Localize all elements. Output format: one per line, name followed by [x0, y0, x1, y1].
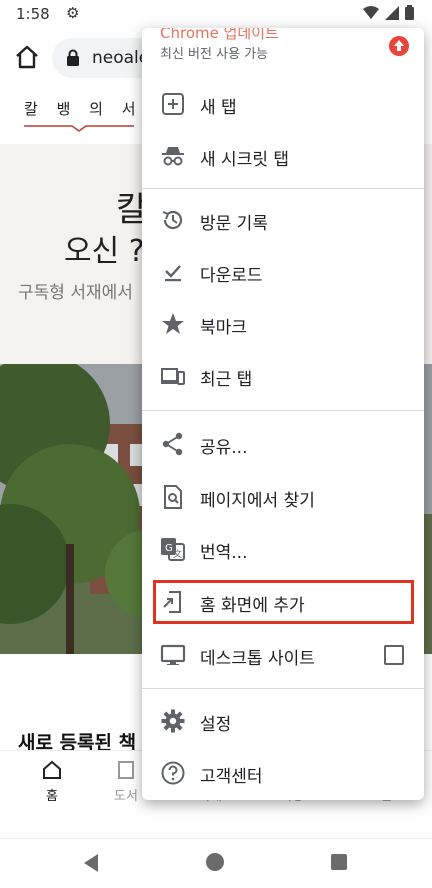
menu-label-desktop-site: 데스크톱 사이트	[200, 649, 315, 669]
url-text: neoale	[92, 48, 150, 68]
signal-icon	[384, 6, 399, 20]
system-nav-bar	[0, 838, 432, 888]
battery-icon	[405, 5, 414, 20]
menu-label-translate: 번역...	[200, 543, 248, 563]
menu-label-share: 공유...	[200, 438, 248, 458]
menu-divider	[142, 410, 424, 411]
hero-title-line2: 오신 ?	[64, 234, 145, 269]
highlight-box	[153, 580, 414, 624]
menu-item-new-tab[interactable]: 새 탭	[142, 78, 424, 130]
menu-label-downloads: 다운로드	[200, 266, 263, 286]
site-tab-home-label: 홈	[46, 789, 58, 804]
hero-subtitle: 구독형 서재에서	[18, 283, 133, 303]
menu-label-bookmarks: 북마크	[200, 318, 247, 338]
settings-icon	[161, 709, 185, 733]
menu-label-recent-tabs: 최근 탭	[200, 370, 253, 390]
site-tab-home[interactable]: 홈	[22, 759, 82, 804]
help-icon	[161, 761, 185, 785]
lock-icon	[67, 49, 79, 66]
status-bar: 1:58 ⚙	[0, 0, 432, 28]
svg-text:文: 文	[173, 548, 182, 560]
logo-underline	[24, 125, 134, 132]
menu-item-desktop-site[interactable]: 데스크톱 사이트	[142, 629, 424, 681]
translate-icon: G文	[161, 538, 185, 561]
home-tab-icon	[43, 760, 61, 779]
menu-label-new-tab: 새 탭	[200, 98, 237, 118]
menu-label-settings: 설정	[200, 715, 232, 735]
update-badge-icon	[389, 36, 409, 56]
menu-update-chrome[interactable]: Chrome 업데이트 최신 버전 사용 가능	[142, 28, 424, 68]
menu-label-new-incognito-tab: 새 시크릿 탭	[200, 150, 290, 170]
menu-item-help[interactable]: 고객센터	[142, 747, 424, 799]
menu-item-share[interactable]: 공유...	[142, 418, 424, 470]
menu-divider	[142, 688, 424, 689]
status-icons	[362, 5, 414, 23]
devices-icon	[161, 368, 185, 385]
menu-item-bookmarks[interactable]: 북마크	[142, 298, 424, 350]
wifi-icon	[362, 6, 379, 19]
svg-text:G: G	[165, 543, 173, 554]
desktop-icon	[160, 644, 186, 665]
nav-home-icon[interactable]	[206, 853, 224, 871]
menu-label-history: 방문 기록	[200, 214, 268, 234]
menu-label-find-in-page: 페이지에서 찾기	[200, 491, 315, 511]
status-time: 1:58	[16, 5, 50, 23]
update-subtitle: 최신 버전 사용 가능	[160, 47, 269, 62]
menu-item-history[interactable]: 방문 기록	[142, 194, 424, 246]
menu-item-new-incognito-tab[interactable]: 새 시크릿 탭	[142, 130, 424, 182]
menu-item-find-in-page[interactable]: 페이지에서 찾기	[142, 471, 424, 523]
home-icon[interactable]	[12, 42, 42, 72]
chrome-overflow-menu: Chrome 업데이트 최신 버전 사용 가능 새 탭 새 시크릿 탭 방문 기…	[142, 28, 424, 800]
site-tab-books-label: 도서	[114, 789, 138, 804]
desktop-site-checkbox[interactable]	[384, 645, 404, 665]
recents-icon[interactable]	[331, 854, 347, 870]
menu-item-downloads[interactable]: 다운로드	[142, 246, 424, 298]
book-tab-icon	[118, 761, 134, 779]
new-tab-icon	[162, 93, 184, 115]
screen: 1:58 ⚙ neoale 칼 뱅 의 서 재 칼 오신 ? 구독형 서재에서	[0, 0, 432, 888]
update-title: Chrome 업데이트	[160, 28, 279, 42]
menu-item-settings[interactable]: 설정	[142, 695, 424, 747]
star-icon	[162, 313, 184, 334]
history-icon	[162, 210, 183, 230]
menu-item-translate[interactable]: G文 번역...	[142, 523, 424, 575]
share-icon	[162, 432, 183, 456]
menu-divider	[142, 188, 424, 189]
menu-label-help: 고객센터	[200, 767, 263, 787]
incognito-icon	[162, 147, 184, 166]
menu-item-recent-tabs[interactable]: 최근 탭	[142, 350, 424, 402]
back-icon[interactable]	[82, 853, 100, 873]
download-icon	[165, 265, 181, 282]
find-in-page-icon	[164, 485, 182, 509]
settings-notification-icon: ⚙	[66, 4, 80, 22]
